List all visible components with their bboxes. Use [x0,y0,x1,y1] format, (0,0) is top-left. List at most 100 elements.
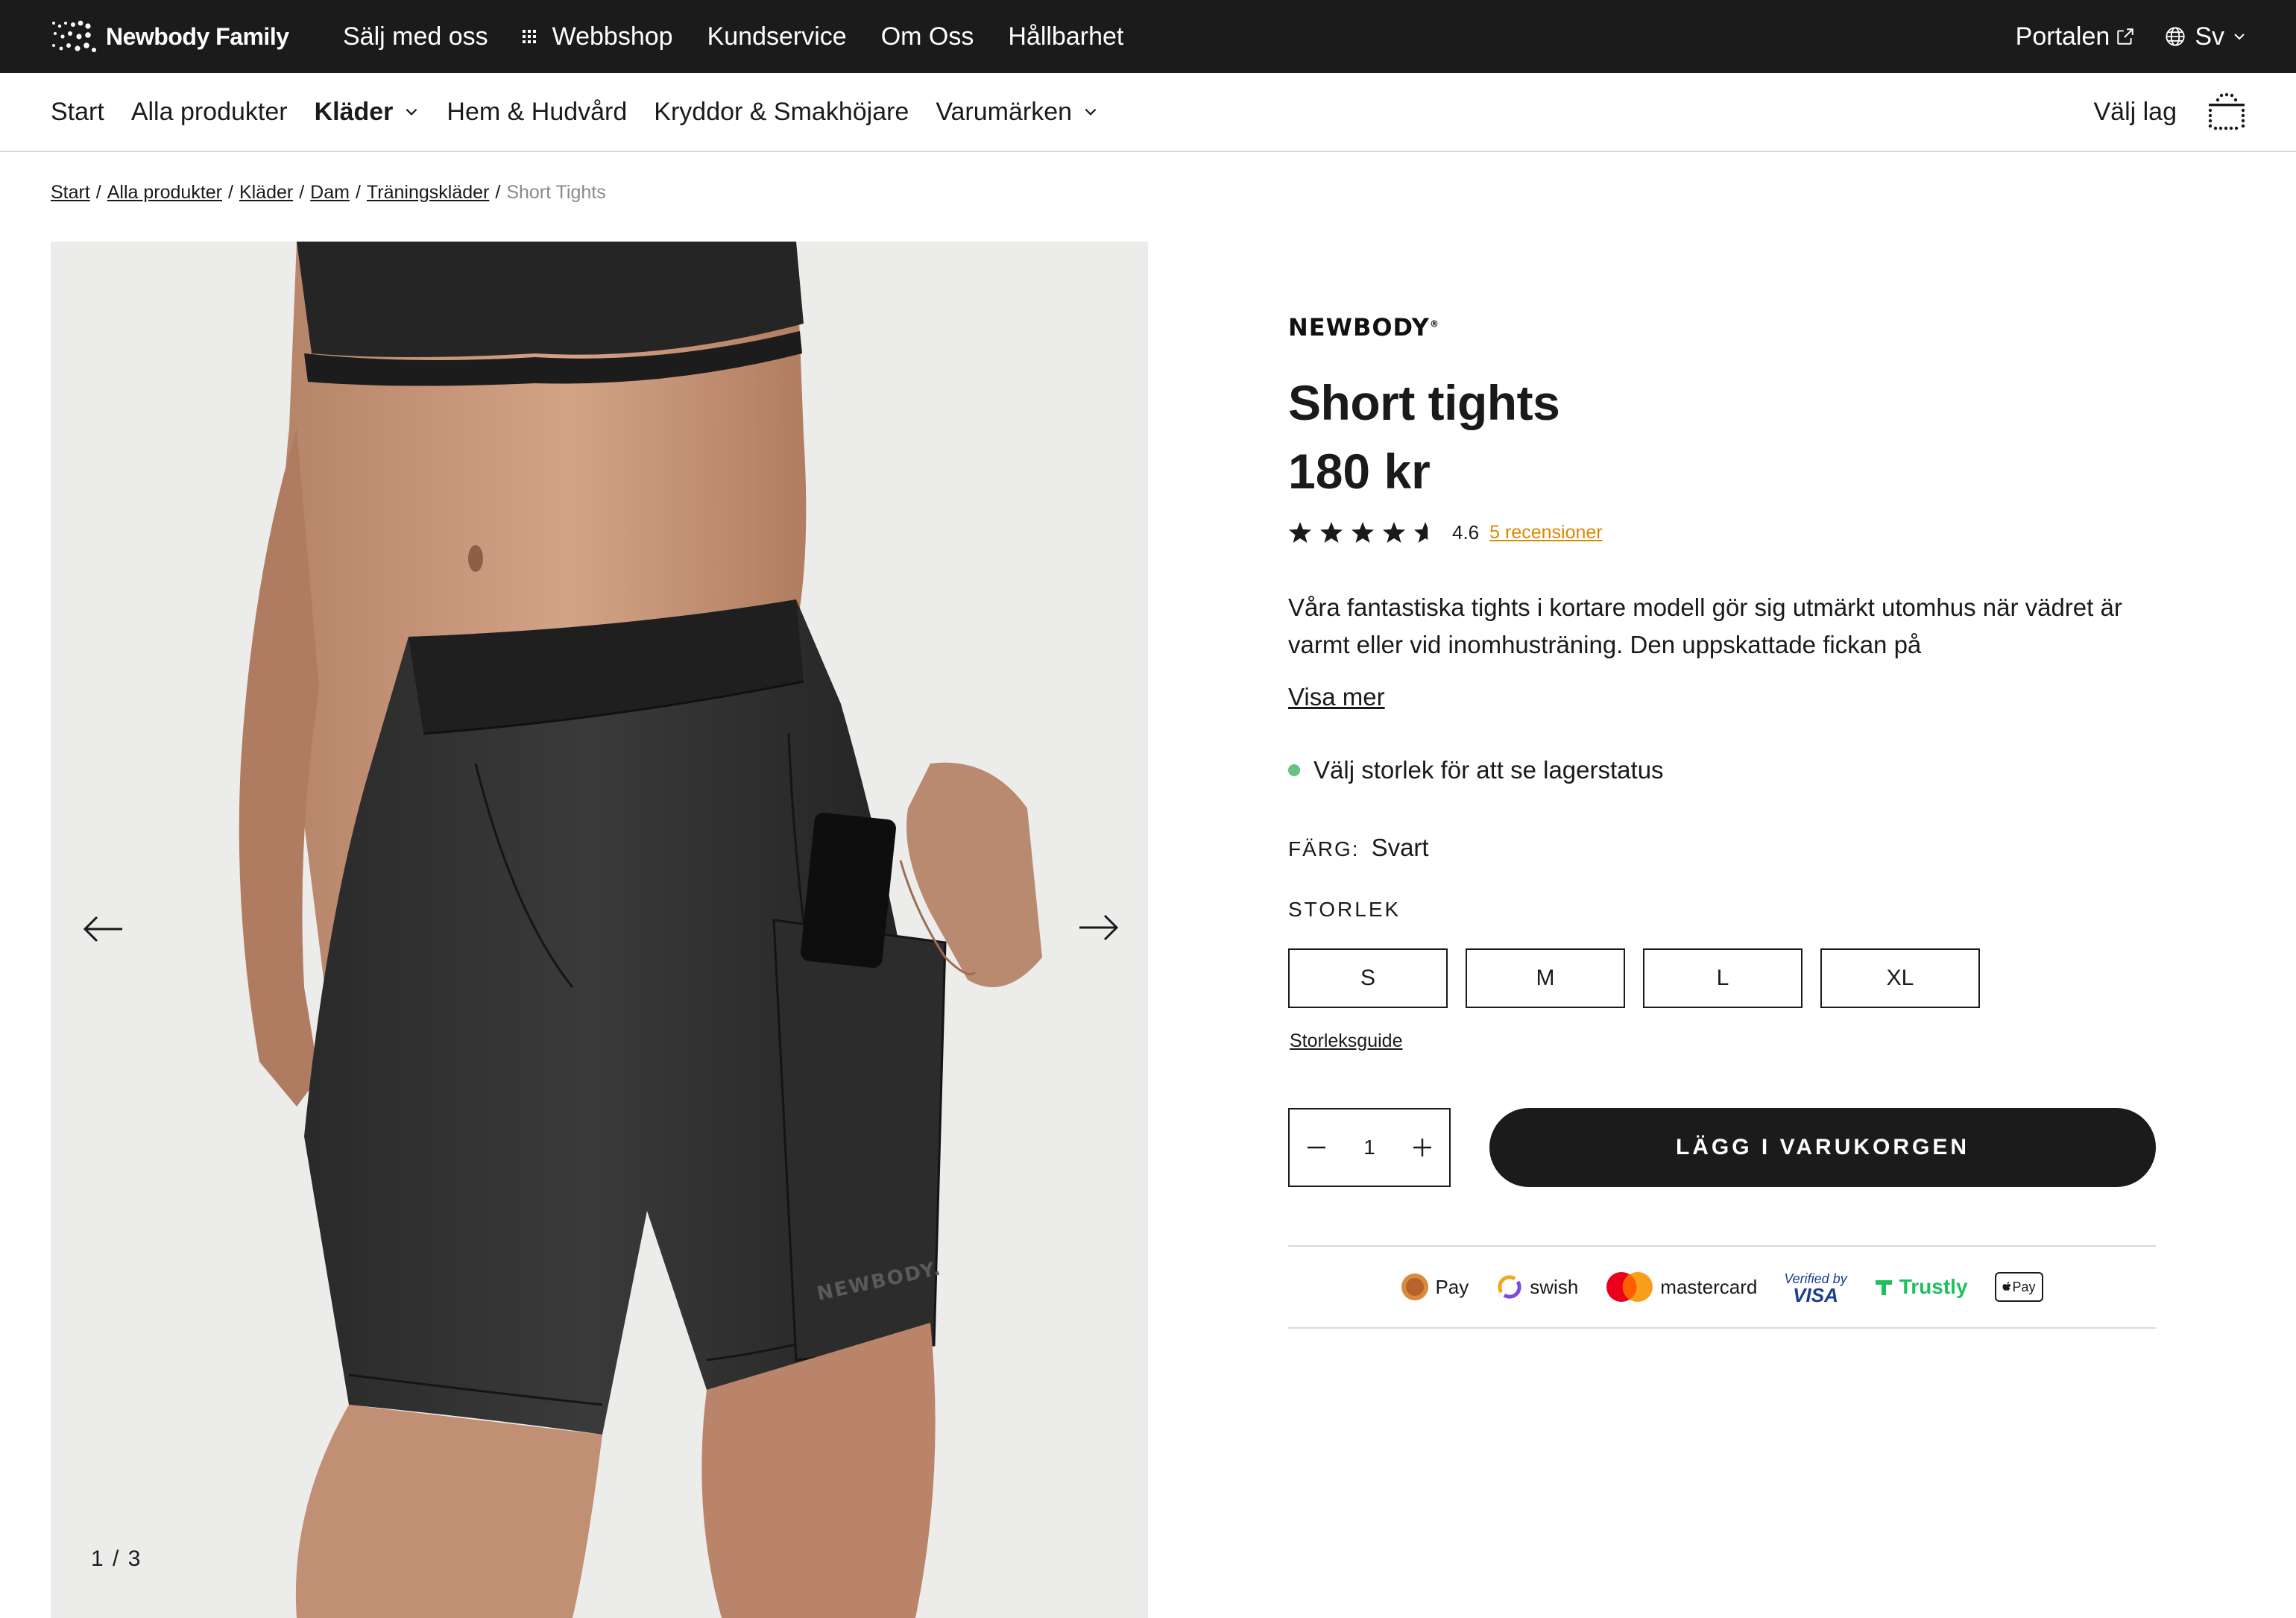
brand-logo[interactable]: NEWBODY® [1288,313,2156,341]
grid-icon [522,30,536,43]
size-label: STORLEK [1288,898,1401,921]
main-nav-label: Kläder [314,97,394,126]
reviews-link[interactable]: 5 recensioner [1489,522,1602,544]
top-nav-label: Hållbarhet [1008,22,1124,51]
product-title: Short tights [1288,375,1560,430]
payment-verified-by-visa: Verified by VISA [1784,1271,1846,1306]
breadcrumb-separator: / [495,182,501,203]
size-option-s[interactable]: S [1288,948,1448,1008]
size-options: S M L XL [1288,948,1998,1008]
top-nav-item-webbshop[interactable]: Webbshop [522,22,673,51]
top-nav-item-om-oss[interactable]: Om Oss [881,22,974,51]
quantity-stepper: 1 [1288,1108,1451,1187]
top-nav-label: Webbshop [552,22,673,51]
product-rating: 4.6 5 recensioner [1288,520,1603,544]
main-nav-label: Start [51,97,104,126]
color-info: FÄRG: Svart [1288,834,1429,862]
stock-status: Välj storlek för att se lagerstatus [1288,756,1664,784]
visa-bottom-label: VISA [1793,1284,1838,1306]
payment-methods: Pay swish mastercard Verified by VISA Tr… [1288,1245,2156,1329]
next-image-arrow-icon[interactable] [1078,913,1120,942]
image-counter: 1 / 3 [91,1546,142,1571]
logo[interactable]: Newbody Family [49,18,289,55]
top-nav: Sälj med oss Webbshop Kundservice Om Oss… [343,0,1158,73]
stock-dot [1288,764,1300,776]
chevron-down-icon [1085,108,1097,116]
size-option-l[interactable]: L [1643,948,1803,1008]
show-more-link[interactable]: Visa mer [1288,683,1385,711]
product-image: NEWBODY. [51,242,1148,1618]
add-to-cart-button[interactable]: LÄGG I VARUKORGEN [1489,1108,2156,1187]
main-nav-item-kryddor[interactable]: Kryddor & Smakhöjare [654,98,909,127]
breadcrumb-separator: / [355,182,361,203]
top-nav-item-salj[interactable]: Sälj med oss [343,22,488,51]
star-icon [1352,522,1374,543]
size-guide-link[interactable]: Storleksguide [1290,1030,1402,1052]
brand-name: NEWBODY [1288,313,1430,341]
color-label: FÄRG: [1288,837,1360,860]
star-icon [1320,522,1343,543]
breadcrumb-link[interactable]: Start [51,182,90,204]
main-nav-label: Varumärken [936,97,1073,126]
pay-logo-icon [1401,1274,1429,1300]
top-nav-item-hallbarhet[interactable]: Hållbarhet [1008,22,1123,51]
size-option-xl[interactable]: XL [1820,948,1980,1008]
main-nav-item-alla-produkter[interactable]: Alla produkter [131,98,288,127]
stock-status-text: Välj storlek för att se lagerstatus [1313,756,1664,784]
breadcrumb-link[interactable]: Alla produkter [107,182,222,204]
breadcrumb-separator: / [95,182,101,203]
apple-pay-label: Pay [2012,1279,2036,1294]
size-option-m[interactable]: M [1466,948,1625,1008]
globe-icon [2166,27,2185,46]
swish-logo-icon [1498,1275,1521,1299]
payment-mastercard: mastercard [1605,1271,1757,1303]
language-label: Sv [2195,22,2224,51]
portal-label: Portalen [2015,22,2110,51]
breadcrumb-link[interactable]: Kläder [239,182,293,204]
product-gallery: NEWBODY. 1 / 3 [51,242,1148,1618]
cart-icon[interactable] [2207,92,2247,131]
top-right: Portalen Sv [2016,0,2247,73]
logo-text: Newbody Family [106,22,289,50]
main-nav-item-varumarken[interactable]: Varumärken [936,98,1099,127]
main-nav-item-hem-hudvard[interactable]: Hem & Hudvård [447,98,627,127]
breadcrumb-link[interactable]: Träningskläder [367,182,489,204]
main-nav-item-klader[interactable]: Kläder [315,98,420,127]
star-icon [1289,522,1311,543]
pay-label: Pay [1435,1275,1469,1298]
payment-pay: Pay [1401,1273,1469,1301]
product-price: 180 kr [1288,444,1431,499]
registered-mark: ® [1429,318,1439,330]
quantity-value[interactable]: 1 [1363,1136,1375,1159]
language-selector[interactable]: Sv [2165,22,2247,51]
main-nav-items: Start Alla produkter Kläder Hem & Hudvår… [51,73,1126,151]
choose-team-link[interactable]: Välj lag [2093,98,2177,127]
top-nav-label: Sälj med oss [343,22,488,51]
main-nav-label: Alla produkter [130,97,288,126]
breadcrumb-current: Short Tights [506,182,606,203]
main-nav-label: Hem & Hudvård [447,97,628,126]
breadcrumb-link[interactable]: Dam [310,182,350,204]
rating-stars [1288,520,1445,544]
chevron-down-icon [2234,34,2245,40]
breadcrumb-separator: / [228,182,233,203]
chevron-down-icon [406,108,417,116]
previous-image-arrow-icon[interactable] [82,914,124,944]
top-nav-label: Kundservice [707,22,847,51]
main-nav-item-start[interactable]: Start [51,98,104,127]
portal-link[interactable]: Portalen [2016,22,2136,51]
mastercard-logo-icon [1606,1272,1653,1302]
rating-value: 4.6 [1452,520,1480,544]
top-nav-label: Om Oss [880,22,974,51]
breadcrumb: Start / Alla produkter / Kläder / Dam / Trän… [51,182,606,204]
main-nav-label: Kryddor & Smakhöjare [654,97,909,126]
plus-icon[interactable] [1410,1136,1434,1159]
product-info: NEWBODY® Short tights 180 kr 4.6 5 recen… [1288,313,2156,1329]
trustly-label: Trustly [1899,1275,1968,1298]
payment-apple-pay: Pay [1994,1272,2043,1302]
main-nav-right: Välj lag [2093,73,2247,151]
color-value: Svart [1371,834,1429,861]
top-nav-item-kundservice[interactable]: Kundservice [707,22,847,51]
payment-swish: swish [1495,1273,1578,1301]
minus-icon[interactable] [1305,1136,1328,1159]
